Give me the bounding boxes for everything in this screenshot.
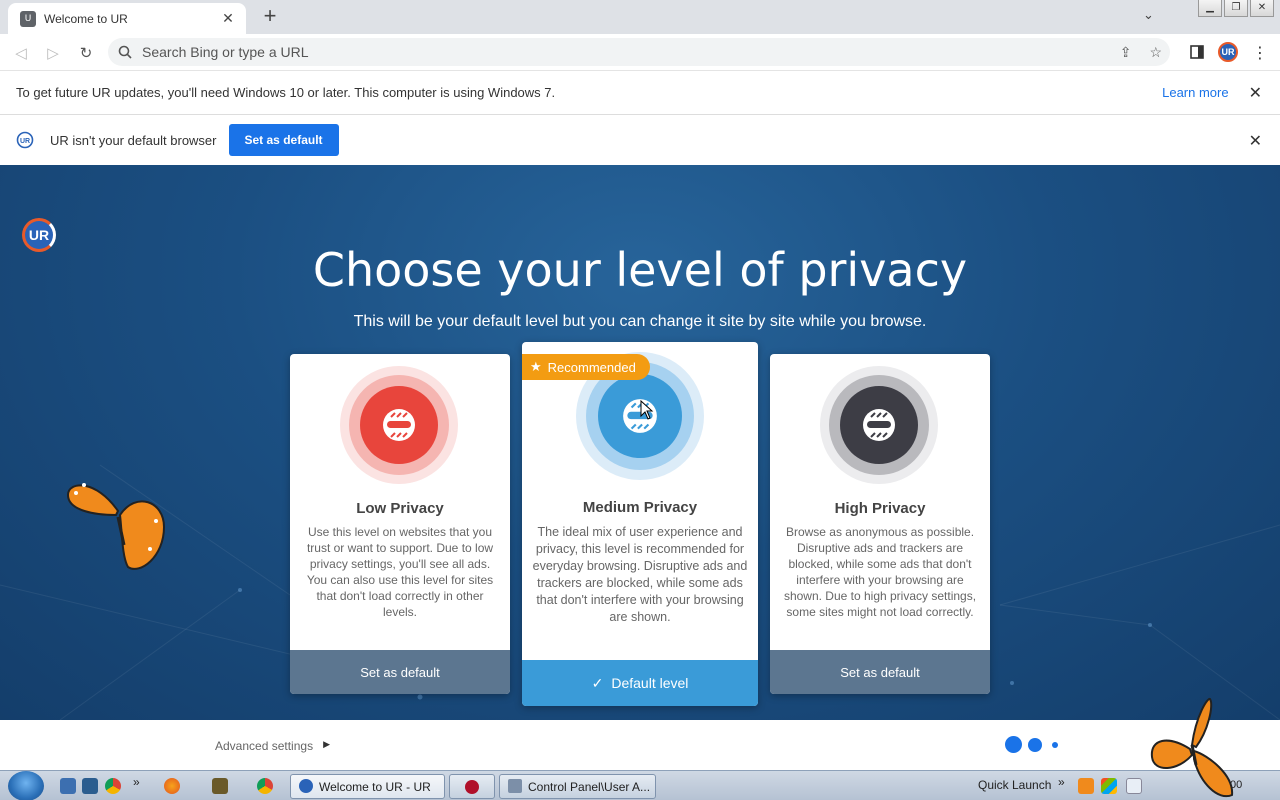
default-level-label: Default level [611,675,689,691]
pagination-dot[interactable] [1005,736,1022,753]
badge-label: Recommended [547,359,636,375]
page-subtitle: This will be your default level but you … [353,313,927,330]
high-set-as-default-button[interactable]: Set as default [770,650,990,694]
browser-toolbar: ◁ ▷ ↻ Search Bing or type a URL ⇪ ☆ UR ⋮ [0,34,1280,71]
reload-icon[interactable]: ↻ [75,42,97,64]
card-low-privacy[interactable]: Low Privacy Use this level on websites t… [290,354,510,694]
close-icon[interactable]: ✕ [1249,83,1262,102]
bookmark-star-icon[interactable]: ☆ [1149,44,1162,61]
butterfly-image [1150,697,1234,798]
taskbar-task-control-panel[interactable]: Control Panel\User A... [499,774,656,799]
tab-welcome[interactable]: U Welcome to UR ✕ [8,3,246,34]
start-button[interactable] [8,771,44,800]
svg-text:UR: UR [20,138,30,145]
chrome-icon[interactable] [105,778,121,794]
default-browser-message: UR isn't your default browser [50,132,217,148]
default-level-button[interactable]: ✓ Default level [522,660,758,706]
windows-tray-icon[interactable] [1101,778,1117,794]
pagination-dot[interactable] [1028,737,1042,752]
app-record-icon [465,779,479,794]
card-medium-privacy[interactable]: ★ Recommended Medium Privacy The ideal m… [522,342,758,706]
taskbar-task-ur[interactable]: Welcome to UR - UR [290,774,445,799]
butterfly-tray-icon[interactable] [1078,778,1094,794]
quick-launch-chevron[interactable]: » [1058,775,1065,789]
advanced-settings-label: Advanced settings [215,739,314,753]
low-set-as-default-button[interactable]: Set as default [290,650,510,694]
card-title: Low Privacy [356,500,444,517]
firefox-icon[interactable] [164,778,180,794]
pagination-dot[interactable] [1052,741,1058,748]
page-footer: Advanced settings ▶ [0,720,1280,770]
back-icon[interactable]: ◁ [10,42,32,64]
task-label: Control Panel\User A... [528,779,651,794]
tab-close-icon[interactable]: ✕ [220,10,236,27]
mouse-cursor-icon [640,400,654,420]
explorer-icon[interactable] [82,778,98,794]
close-icon[interactable]: ✕ [1249,131,1262,150]
card-title: High Privacy [834,500,926,517]
quicklaunch-chevron[interactable]: » [133,775,140,789]
checkmark-icon: ✓ [591,674,604,691]
address-bar[interactable]: Search Bing or type a URL ⇪ ☆ [108,38,1170,66]
card-description: Use this level on websites that you trus… [306,525,494,619]
butterfly-image [66,483,166,570]
window-controls: ▁ ❐ ✕ [1198,0,1274,17]
update-message: To get future UR updates, you'll need Wi… [16,85,556,100]
forward-icon[interactable]: ▷ [42,42,64,64]
page-title: Choose your level of privacy [312,243,968,297]
app-icon[interactable] [212,778,228,794]
windows-taskbar: » Welcome to UR - UR Control Panel\User … [0,770,1280,800]
menu-kebab-icon[interactable]: ⋮ [1252,43,1268,62]
set-as-default-button[interactable]: Set as default [228,124,339,156]
tab-strip: U Welcome to UR ✕ + ⌄ ▁ ❐ ✕ [0,0,1280,34]
document-tray-icon[interactable] [1126,778,1142,794]
privacy-onboarding: UR Choose your level of privacy This wil… [0,165,1280,720]
chrome-icon[interactable] [257,778,273,794]
update-infobar: To get future UR updates, you'll need Wi… [0,71,1280,115]
minimize-button[interactable]: ▁ [1198,0,1222,17]
star-icon: ★ [530,359,542,374]
pagination-dots [1005,736,1058,753]
caret-right-icon: ▶ [323,739,330,749]
search-icon [118,45,132,59]
card-description: Browse as anonymous as possible. Disrupt… [783,525,977,619]
ur-icon [299,779,313,793]
high-privacy-badge [820,366,938,484]
show-desktop-icon[interactable] [60,778,76,794]
learn-more-link[interactable]: Learn more [1162,85,1228,100]
masked-face-icon [863,409,895,441]
low-privacy-badge [340,366,458,484]
tab-favicon-icon: U [20,10,36,27]
profile-avatar[interactable]: UR [1218,42,1238,62]
control-panel-icon [508,779,522,793]
restore-button[interactable]: ❐ [1224,0,1248,17]
close-window-button[interactable]: ✕ [1250,0,1274,17]
ur-logo-icon: UR [16,131,34,149]
tab-title: Welcome to UR [44,11,128,26]
address-placeholder: Search Bing or type a URL [142,44,309,60]
recommended-badge: ★ Recommended [522,354,650,380]
quick-launch-label: Quick Launch [978,778,1052,792]
card-description: The ideal mix of user experience and pri… [532,525,748,624]
share-icon[interactable]: ⇪ [1120,44,1132,61]
default-browser-infobar: UR UR isn't your default browser Set as … [0,115,1280,165]
task-label: Welcome to UR - UR [319,779,431,794]
card-title: Medium Privacy [582,499,698,516]
side-panel-icon[interactable] [1190,45,1204,59]
advanced-settings-link[interactable]: Advanced settings ▶ [215,739,330,753]
masked-face-icon [383,409,415,441]
tab-search-chevron-icon[interactable]: ⌄ [1143,7,1154,23]
new-tab-button[interactable]: + [258,5,282,29]
taskbar-task-app[interactable] [449,774,495,799]
card-high-privacy[interactable]: High Privacy Browse as anonymous as poss… [770,354,990,694]
